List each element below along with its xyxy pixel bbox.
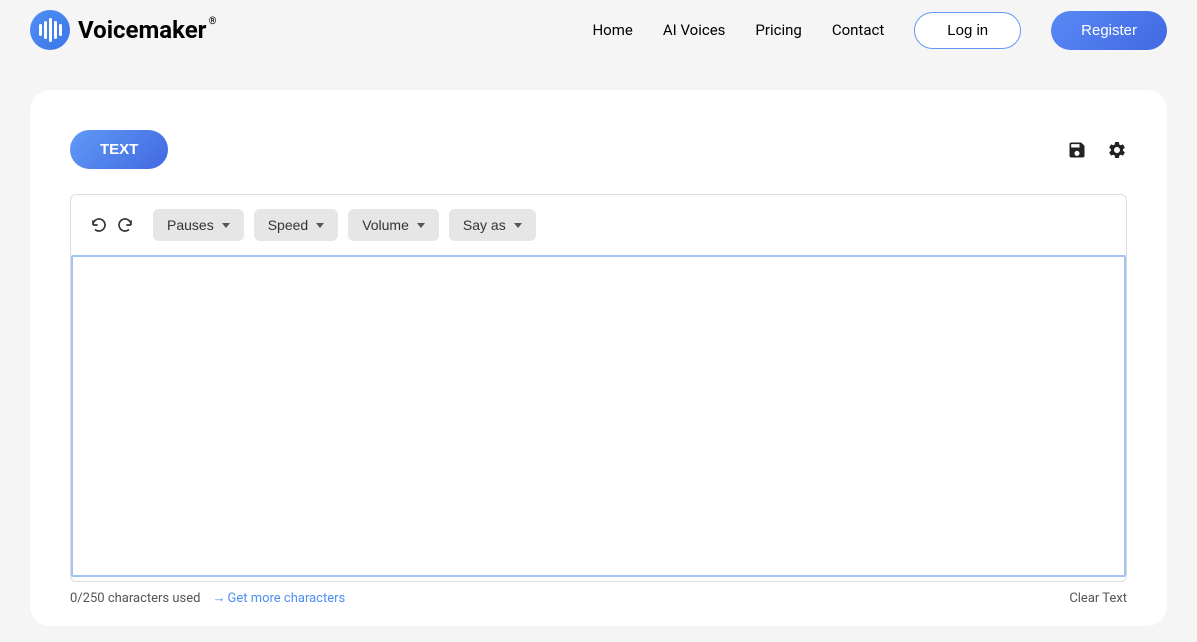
pauses-dropdown[interactable]: Pauses bbox=[153, 209, 244, 241]
logo[interactable]: Voicemaker® bbox=[30, 10, 206, 50]
chevron-down-icon bbox=[514, 223, 522, 228]
footer-left: 0/250 characters used →Get more characte… bbox=[70, 590, 345, 606]
editor-container: Pauses Speed Volume Say as bbox=[70, 194, 1127, 582]
clear-text-button[interactable]: Clear Text bbox=[1069, 591, 1127, 606]
say-as-label: Say as bbox=[463, 217, 506, 233]
say-as-dropdown[interactable]: Say as bbox=[449, 209, 536, 241]
get-more-label: Get more characters bbox=[227, 591, 345, 606]
header: Voicemaker® Home AI Voices Pricing Conta… bbox=[0, 0, 1197, 60]
arrow-right-icon: → bbox=[212, 591, 225, 606]
char-count: 0/250 characters used bbox=[70, 591, 200, 606]
nav-pricing[interactable]: Pricing bbox=[755, 21, 801, 39]
pauses-label: Pauses bbox=[167, 217, 214, 233]
speed-dropdown[interactable]: Speed bbox=[254, 209, 338, 241]
register-button[interactable]: Register bbox=[1051, 11, 1167, 50]
undo-icon[interactable] bbox=[91, 217, 107, 233]
text-tab[interactable]: TEXT bbox=[70, 130, 168, 169]
save-icon[interactable] bbox=[1067, 140, 1087, 160]
editor-top-row: TEXT bbox=[70, 130, 1127, 169]
redo-icon[interactable] bbox=[117, 217, 133, 233]
chevron-down-icon bbox=[222, 223, 230, 228]
brand-name: Voicemaker® bbox=[78, 16, 206, 44]
nav-ai-voices[interactable]: AI Voices bbox=[663, 21, 726, 39]
editor-card: TEXT bbox=[30, 90, 1167, 626]
editor-toolbar: Pauses Speed Volume Say as bbox=[71, 195, 1126, 255]
chevron-down-icon bbox=[417, 223, 425, 228]
editor-footer: 0/250 characters used →Get more characte… bbox=[70, 582, 1127, 606]
undo-redo-group bbox=[91, 217, 133, 233]
speed-label: Speed bbox=[268, 217, 308, 233]
top-icons bbox=[1067, 140, 1127, 160]
nav-home[interactable]: Home bbox=[592, 21, 632, 39]
login-button[interactable]: Log in bbox=[914, 12, 1021, 49]
nav-contact[interactable]: Contact bbox=[832, 21, 884, 39]
chevron-down-icon bbox=[316, 223, 324, 228]
waveform-icon bbox=[30, 10, 70, 50]
settings-gear-icon[interactable] bbox=[1107, 140, 1127, 160]
main-nav: Home AI Voices Pricing Contact Log in Re… bbox=[592, 11, 1167, 50]
volume-dropdown[interactable]: Volume bbox=[348, 209, 439, 241]
volume-label: Volume bbox=[362, 217, 409, 233]
get-more-characters-link[interactable]: →Get more characters bbox=[212, 590, 345, 606]
text-input[interactable] bbox=[71, 255, 1126, 577]
